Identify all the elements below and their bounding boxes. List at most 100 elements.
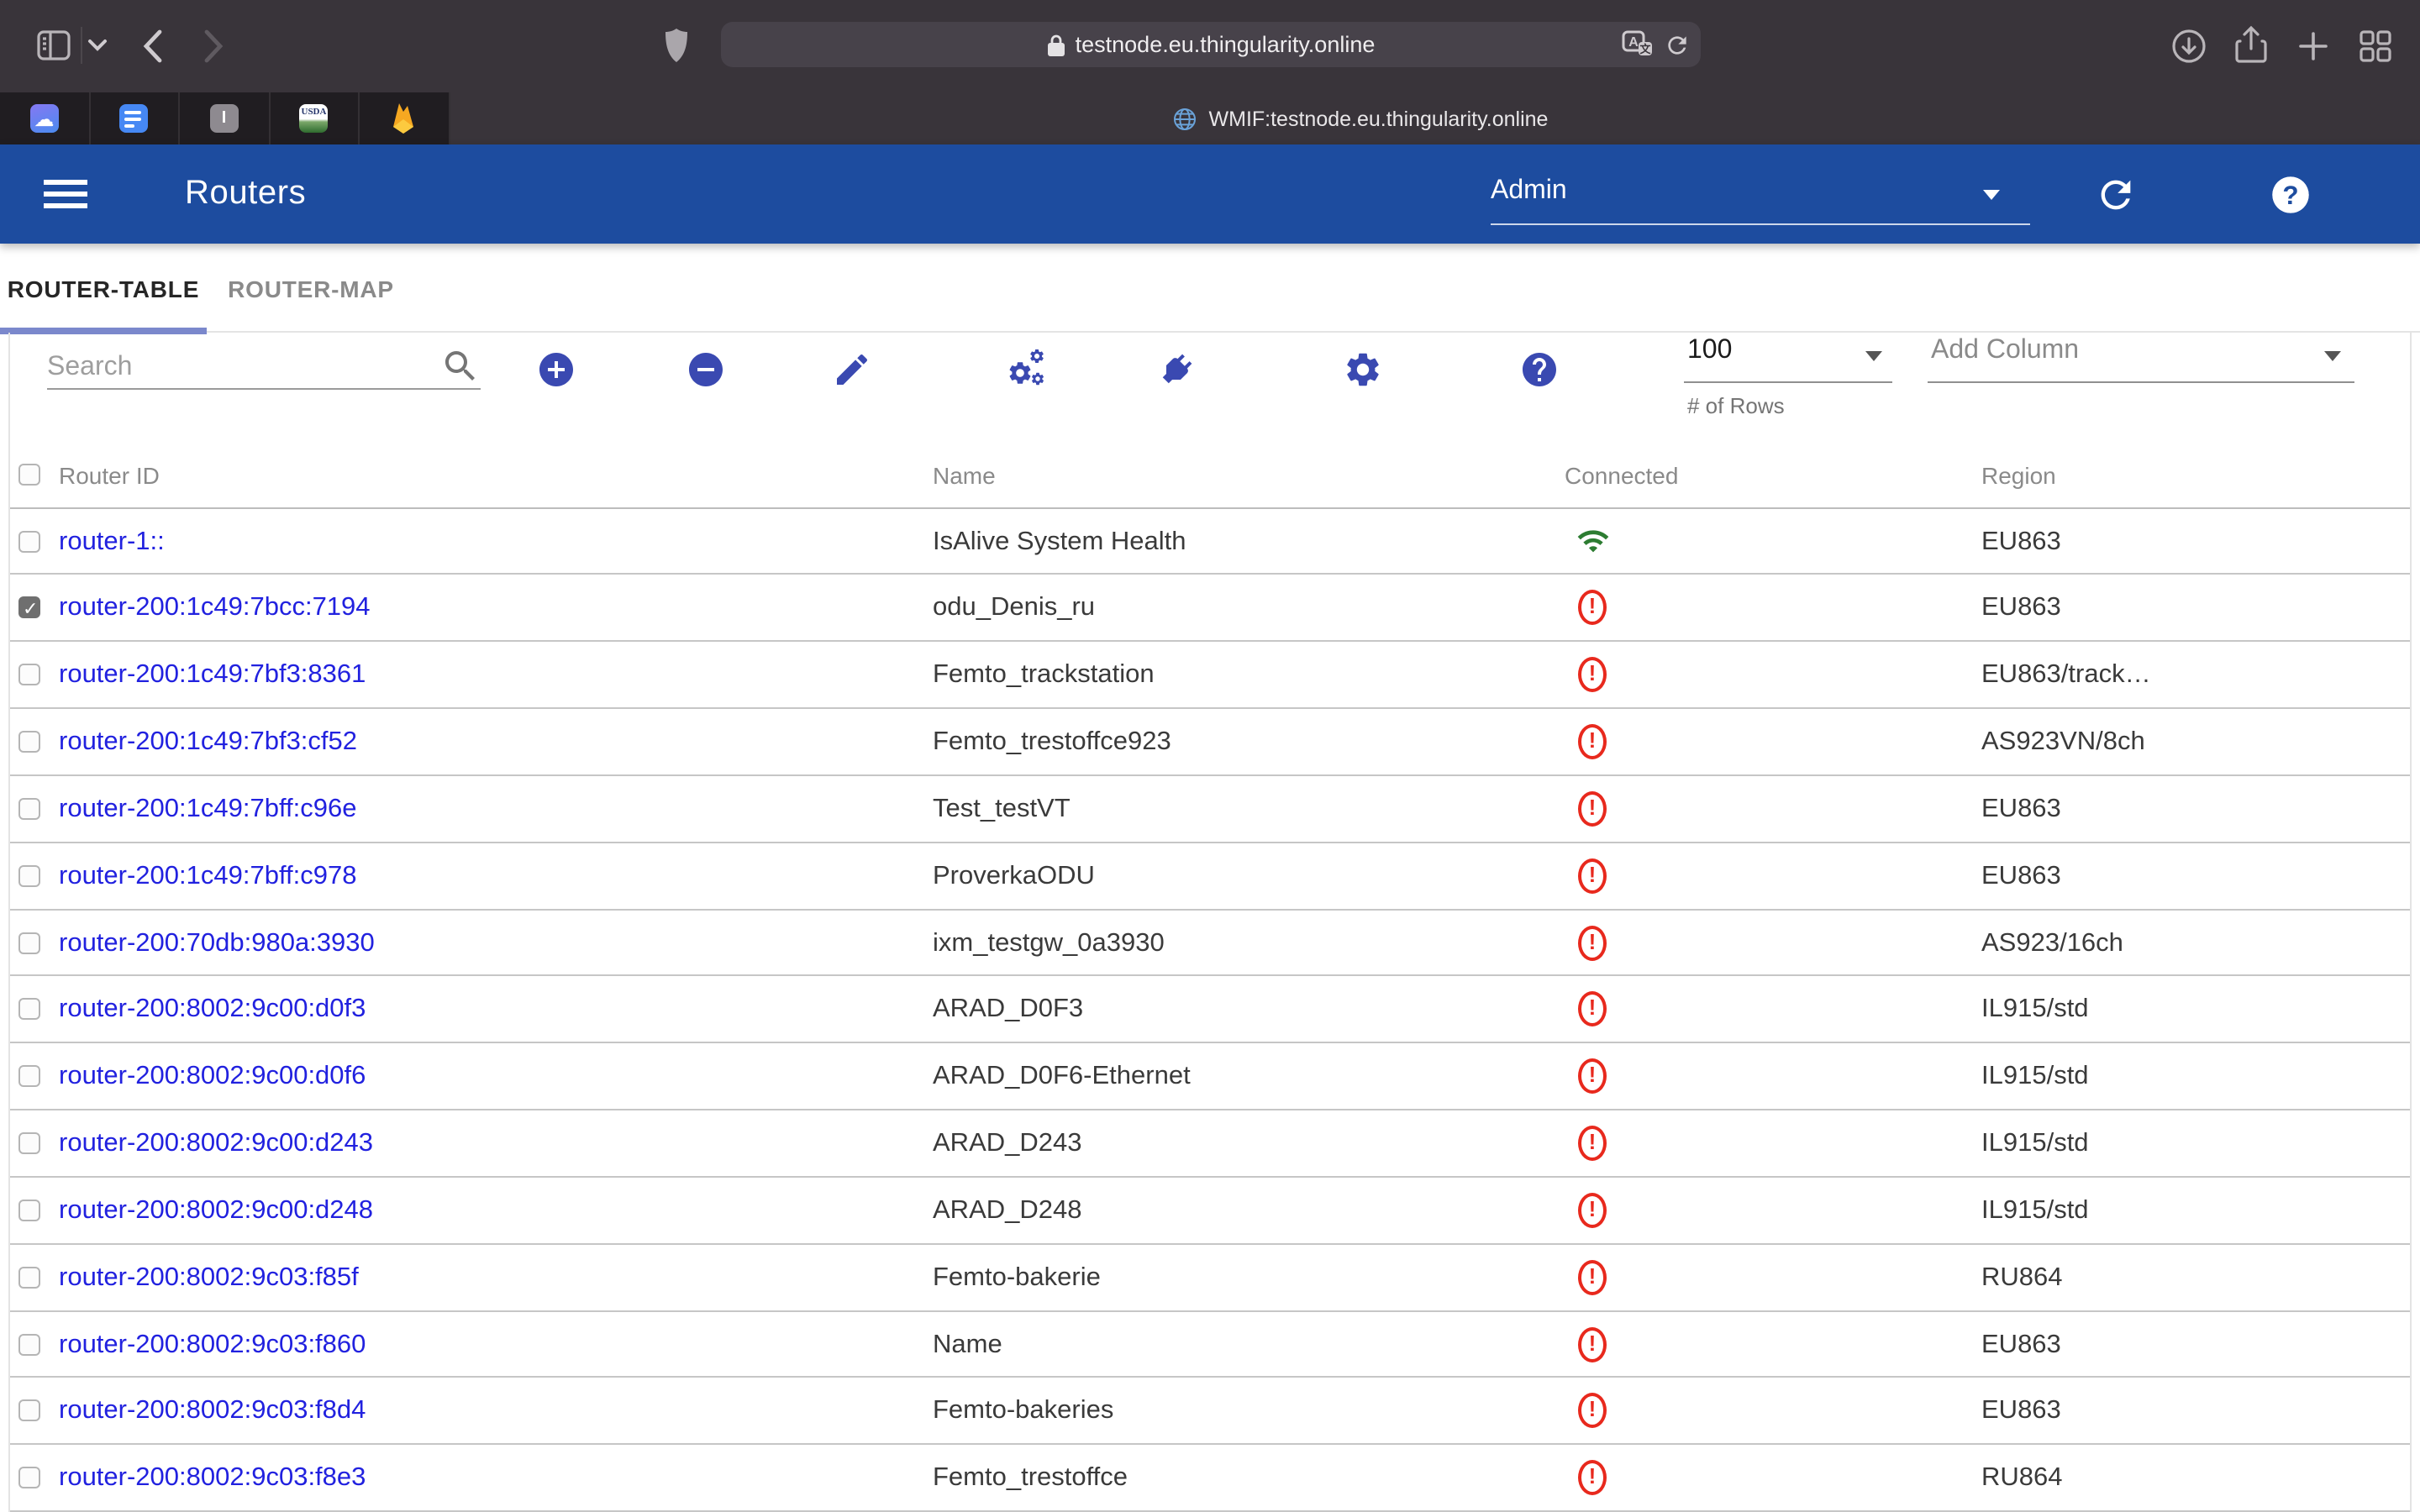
new-tab-icon[interactable]: [2299, 32, 2328, 60]
error-icon: !: [1578, 992, 1607, 1027]
connected-status: !: [1573, 790, 1617, 833]
connected-status: !: [1573, 1325, 1617, 1368]
router-id-link[interactable]: router-200:1c49:7bf3:cf52: [59, 727, 357, 758]
router-id-link[interactable]: router-200:8002:9c03:f8e3: [59, 1464, 366, 1494]
sidebar-toggle-icon[interactable]: [35, 27, 72, 64]
row-checkbox[interactable]: [18, 1066, 40, 1088]
row-checkbox[interactable]: [18, 1333, 40, 1355]
tab-label: ROUTER-MAP: [228, 275, 394, 302]
document-lines-icon: [120, 104, 149, 133]
router-region: EU863: [1981, 795, 2061, 825]
router-region: EU863: [1981, 861, 2061, 891]
router-id-link[interactable]: router-200:1c49:7bff:c96e: [59, 795, 356, 825]
error-icon: !: [1578, 724, 1607, 759]
svg-text:A: A: [1628, 35, 1639, 50]
connected-status: !: [1573, 655, 1617, 699]
row-checkbox[interactable]: [18, 798, 40, 820]
pinned-tab-firebase[interactable]: [360, 92, 450, 144]
address-url: testnode.eu.thingularity.online: [1076, 32, 1376, 57]
settings-button[interactable]: [1343, 349, 1383, 390]
app-bar: Routers Admin ?: [0, 144, 2420, 244]
router-name: ARAD_D0F3: [933, 995, 1083, 1026]
row-checkbox[interactable]: [18, 864, 40, 886]
help-button[interactable]: ?: [2269, 173, 2312, 217]
firebase-flame-icon: [391, 102, 418, 134]
router-id-link[interactable]: router-200:8002:9c03:f85f: [59, 1263, 359, 1294]
router-name: Test_testVT: [933, 795, 1071, 825]
search-input[interactable]: [47, 346, 481, 390]
services-button[interactable]: [1007, 348, 1050, 391]
chevron-down-icon[interactable]: [87, 39, 108, 52]
pinned-tab-info[interactable]: I: [180, 92, 270, 144]
tab-router-table[interactable]: ROUTER-TABLE: [0, 244, 207, 333]
select-all-checkbox[interactable]: [18, 464, 40, 486]
address-bar[interactable]: testnode.eu.thingularity.online: [721, 22, 1701, 67]
router-table-card: 100 # of Rows Add Column Router ID Name …: [8, 333, 2412, 1512]
router-id-link[interactable]: router-200:8002:9c00:d243: [59, 1129, 373, 1159]
router-id-link[interactable]: router-200:1c49:7bcc:7194: [59, 594, 371, 624]
row-checkbox[interactable]: [18, 597, 40, 619]
pinned-tab-usda[interactable]: USDA: [270, 92, 360, 144]
svg-text:文: 文: [1639, 43, 1651, 55]
row-checkbox[interactable]: [18, 1400, 40, 1422]
router-id-link[interactable]: router-200:8002:9c03:f860: [59, 1330, 366, 1360]
router-id-link[interactable]: router-1::: [59, 527, 165, 557]
connected-status: !: [1573, 522, 1617, 565]
table-row: router-200:8002:9c00:d243 ARAD_D243 ! IL…: [10, 1110, 2410, 1178]
row-checkbox[interactable]: [18, 1267, 40, 1289]
menu-hamburger-icon[interactable]: [44, 180, 87, 208]
row-checkbox[interactable]: [18, 1200, 40, 1221]
help-toolbar-button[interactable]: [1519, 349, 1560, 390]
row-checkbox[interactable]: [18, 664, 40, 685]
search-icon[interactable]: [440, 346, 481, 386]
router-id-link[interactable]: router-200:70db:980a:3930: [59, 928, 375, 958]
tab-overview-icon[interactable]: [2360, 30, 2391, 62]
router-id-link[interactable]: router-200:8002:9c03:f8d4: [59, 1397, 366, 1427]
table-toolbar: 100 # of Rows Add Column: [10, 333, 2410, 445]
lock-icon: [1047, 33, 1065, 56]
router-id-link[interactable]: router-200:8002:9c00:d0f6: [59, 1063, 366, 1093]
router-id-link[interactable]: router-200:8002:9c00:d0f3: [59, 995, 366, 1026]
role-select[interactable]: Admin: [1491, 165, 2030, 225]
router-name: ARAD_D243: [933, 1129, 1082, 1159]
row-checkbox[interactable]: [18, 1132, 40, 1154]
edit-router-button[interactable]: [832, 349, 872, 390]
connect-plug-button[interactable]: [1148, 341, 1205, 398]
weather-cloud-icon: ☁: [30, 104, 59, 133]
tab-router-map[interactable]: ROUTER-MAP: [207, 244, 415, 333]
privacy-shield-icon[interactable]: [664, 25, 689, 66]
pinned-tab-weather[interactable]: ☁: [0, 92, 90, 144]
pinned-tab-docs[interactable]: [90, 92, 180, 144]
downloads-icon[interactable]: [2171, 29, 2207, 64]
share-icon[interactable]: [2235, 25, 2267, 66]
table-row: router-200:8002:9c00:d248 ARAD_D248 ! IL…: [10, 1178, 2410, 1245]
router-id-link[interactable]: router-200:1c49:7bf3:8361: [59, 660, 366, 690]
row-checkbox[interactable]: [18, 932, 40, 953]
back-button-icon[interactable]: [141, 29, 163, 64]
error-icon: !: [1578, 1394, 1607, 1429]
row-checkbox[interactable]: [18, 999, 40, 1021]
active-browser-tab[interactable]: WMIF:testnode.eu.thingularity.online: [450, 92, 2420, 144]
refresh-button[interactable]: [2094, 173, 2138, 217]
router-id-link[interactable]: router-200:1c49:7bff:c978: [59, 861, 356, 891]
header-region: Region: [1981, 462, 2056, 489]
svg-text:?: ?: [2282, 181, 2298, 210]
error-icon: !: [1578, 1260, 1607, 1295]
router-id-link[interactable]: router-200:8002:9c00:d248: [59, 1196, 373, 1226]
error-icon: !: [1578, 925, 1607, 960]
forward-button-icon[interactable]: [203, 29, 225, 64]
translate-icon[interactable]: A文: [1622, 30, 1654, 59]
add-router-button[interactable]: [536, 349, 576, 390]
row-checkbox[interactable]: [18, 731, 40, 753]
remove-router-button[interactable]: [686, 349, 726, 390]
router-region: EU863: [1981, 1330, 2061, 1360]
table-row: router-200:8002:9c00:d0f6 ARAD_D0F6-Ethe…: [10, 1044, 2410, 1111]
router-name: IsAlive System Health: [933, 527, 1186, 557]
reload-icon[interactable]: [1664, 31, 1691, 58]
row-checkbox[interactable]: [18, 530, 40, 552]
add-column-select[interactable]: Add Column: [1928, 333, 2354, 386]
row-checkbox[interactable]: [18, 1467, 40, 1489]
table-row: router-200:1c49:7bff:c96e Test_testVT ! …: [10, 776, 2410, 843]
table-row: router-200:1c49:7bff:c978 ProverkaODU ! …: [10, 843, 2410, 910]
connected-status: !: [1573, 856, 1617, 900]
